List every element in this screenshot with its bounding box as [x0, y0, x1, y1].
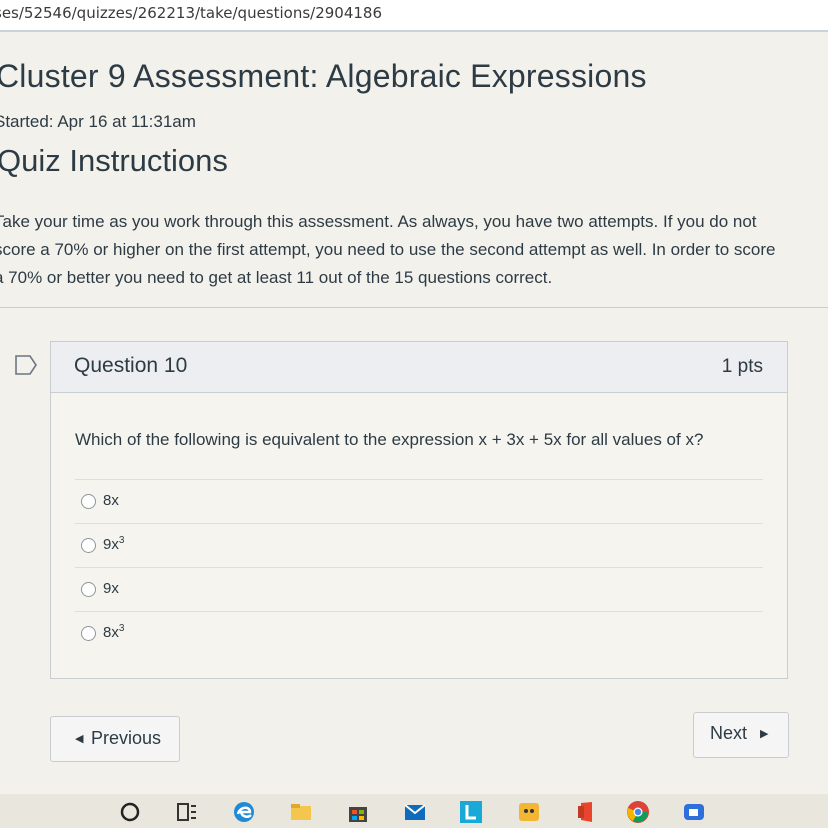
question-text: Which of the following is equivalent to … [75, 430, 704, 449]
answer-label: 8x3 [103, 623, 125, 641]
question-title: Question 10 [74, 354, 188, 377]
answer-option[interactable]: 9x [75, 567, 763, 611]
edge-icon[interactable] [232, 800, 256, 824]
address-bar[interactable]: ses/52546/quizzes/262213/take/questions/… [0, 0, 828, 32]
chrome-icon[interactable] [626, 800, 650, 824]
answer-list: 8x 9x3 9x 8x3 [75, 479, 763, 655]
instructions-heading: Quiz Instructions [0, 143, 228, 178]
store-icon[interactable] [346, 800, 370, 824]
instructions-line: a 70% or better you need to get at least… [0, 268, 553, 287]
instructions-line: score a 70% or higher on the first attem… [0, 240, 776, 259]
question-points: 1 pts [721, 356, 763, 377]
next-label: Next [710, 723, 748, 743]
radio-button[interactable] [81, 582, 96, 597]
answer-option[interactable]: 9x3 [75, 523, 763, 567]
answer-label: 9x [103, 580, 119, 597]
previous-button[interactable]: ◀ Previous [50, 716, 180, 762]
question-card: Question 10 1 pts Which of the following… [50, 341, 788, 679]
mail-icon[interactable] [403, 800, 427, 824]
question-header: Question 10 1 pts [51, 342, 787, 393]
chevron-right-icon: ▶ [760, 728, 769, 740]
answer-option[interactable]: 8x3 [75, 611, 763, 655]
launcher-icon[interactable] [459, 800, 483, 824]
instructions-line: Take your time as you work through this … [0, 212, 757, 231]
chevron-left-icon: ◀ [75, 733, 84, 745]
next-button[interactable]: Next ▶ [693, 712, 789, 758]
search-icon[interactable] [118, 800, 142, 824]
meet-icon[interactable] [682, 800, 706, 824]
radio-button[interactable] [81, 538, 96, 553]
url-text: ses/52546/quizzes/262213/take/questions/… [0, 4, 383, 22]
flag-question-icon[interactable] [14, 354, 38, 376]
answer-option[interactable]: 8x [75, 479, 763, 523]
answer-label: 9x3 [103, 535, 125, 553]
instructions-body: Take your time as you work through this … [0, 208, 828, 292]
previous-label: Previous [91, 728, 162, 748]
started-timestamp: Started: Apr 16 at 11:31am [0, 112, 196, 131]
task-view-icon[interactable] [175, 800, 199, 824]
page-title: Cluster 9 Assessment: Algebraic Expressi… [0, 58, 647, 94]
file-explorer-icon[interactable] [289, 800, 313, 824]
divider [0, 307, 828, 308]
taskbar [0, 794, 828, 828]
radio-button[interactable] [81, 626, 96, 641]
app-icon[interactable] [517, 800, 541, 824]
answer-label: 8x [103, 492, 119, 509]
office-icon[interactable] [574, 800, 598, 824]
radio-button[interactable] [81, 494, 96, 509]
